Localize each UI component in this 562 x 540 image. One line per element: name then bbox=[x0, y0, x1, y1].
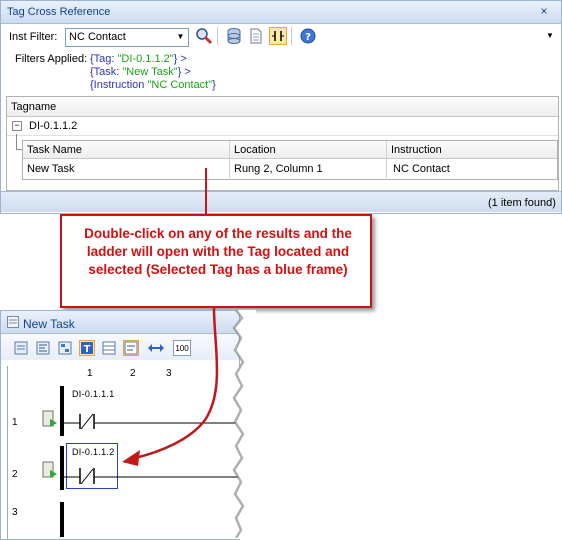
pointer-arrow bbox=[122, 168, 219, 466]
